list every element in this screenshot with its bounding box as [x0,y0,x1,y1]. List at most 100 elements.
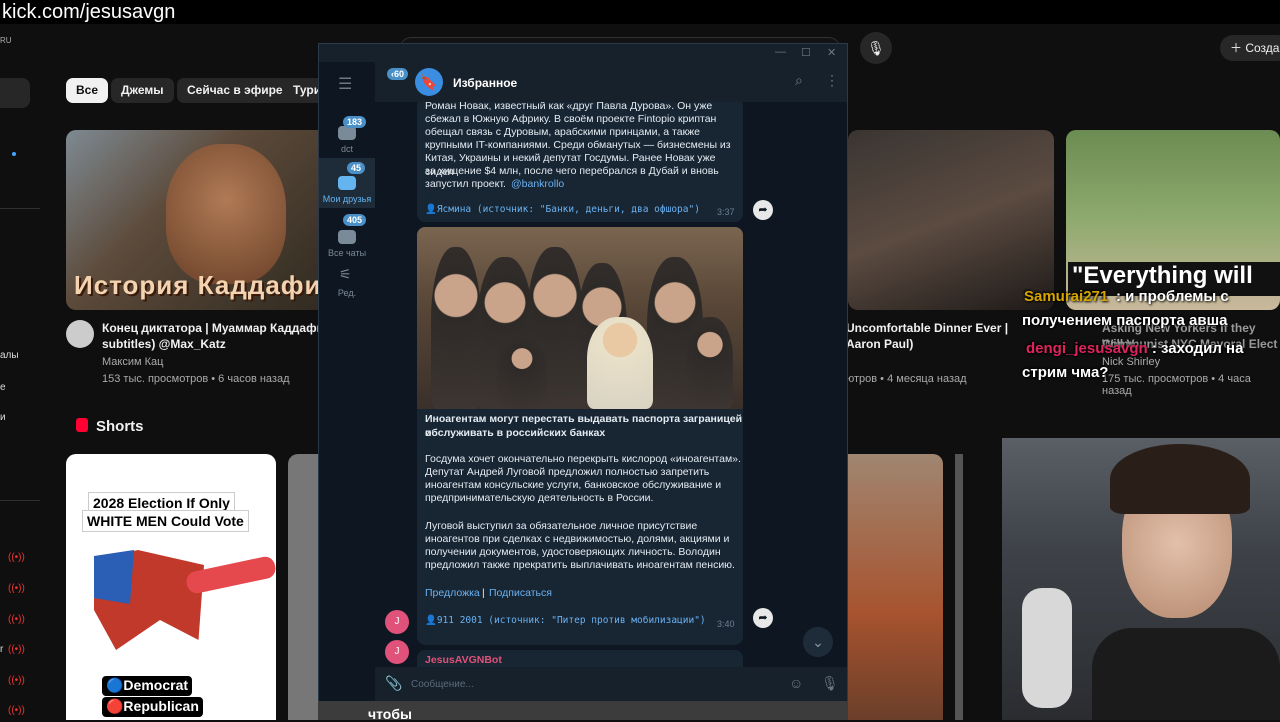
chats-icon [338,230,356,244]
chat-message-text: : и проблемы с [1116,288,1229,305]
chat-message: dengi_jesusavgn : заходил на [1026,340,1243,357]
plus-icon: ＋ [1230,41,1246,55]
sidebar-fragment[interactable]: и [0,412,38,423]
kick-url-bar: kick.com/jesusavgn [0,0,1280,24]
link-separator: | [482,587,485,599]
message-headline: обслуживать в российских банках [425,427,606,439]
menu-icon[interactable]: ☰ [338,74,352,94]
message-line: иноагентов при сделках с недвижимостью, … [425,533,730,545]
sender-avatar[interactable]: J [385,640,409,664]
live-icon: ((•)) [8,675,25,686]
video-thumbnail[interactable] [848,130,1054,310]
chat-header: ‹60 🔖 Избранное ⌕ ⋮ [375,62,847,102]
channel-avatar[interactable] [66,320,94,348]
short-video[interactable] [288,454,318,720]
short-video[interactable] [955,454,963,720]
video-thumbnail[interactable]: История Каддафи [66,130,328,310]
shorts-icon [76,418,88,432]
short-video[interactable]: 2028 Election If Only WHITE MEN Could Vo… [66,454,276,720]
chat-title[interactable]: Избранное [453,76,517,90]
video-stats: ютров • 4 месяца назад [846,373,967,385]
folder-label: dct [340,144,353,154]
folder-icon [338,126,356,140]
person-image [687,317,733,409]
message-input[interactable] [411,675,781,693]
shorts-heading: Shorts [96,418,144,435]
more-icon[interactable]: ⋮ [825,72,839,89]
portrait-image [166,144,286,284]
video-stats: 153 тыс. просмотров • 6 часов назад [102,373,290,385]
message-photo[interactable] [417,227,743,409]
folder-edit[interactable]: ⚟ Ред. [319,266,375,306]
thumbnail-text: История Каддафи [74,270,322,300]
video-stats: 175 тыс. просмотров • 4 часа назад [1102,373,1251,397]
chip-live[interactable]: Сейчас в эфире [177,78,293,103]
attach-icon[interactable]: 📎 [385,675,402,692]
message-line: Луговой выступил за обязательное личное … [425,520,698,532]
search-icon[interactable]: ⌕ [795,72,803,89]
message-line: Депутат Андрей Луговой предложил полност… [425,466,710,478]
person-image [497,337,547,409]
message-composer: 📎 ☺ 🎙 [375,667,847,701]
message-line: крупными IT-компаниями. Среди обманутых … [425,139,731,151]
person-image [587,317,653,409]
bookmark-icon: 🔖 [415,68,443,96]
emoji-icon[interactable]: ☺ [789,675,803,691]
video-title[interactable]: Uncomfortable Dinner Ever | [846,320,1008,336]
video-title[interactable]: Конец диктатора | Муаммар Каддафи [102,320,324,336]
unread-badge: 405 [343,214,367,226]
folder-label: Все чаты [327,248,367,258]
scroll-down-icon[interactable]: ⌄ [803,627,833,657]
message-line: за хищение $4 млн, после чего перебрался… [425,165,719,177]
maximize-icon[interactable]: ☐ [801,46,811,59]
share-icon[interactable]: ➦ [753,200,773,220]
window-titlebar[interactable]: — ☐ ✕ [319,44,847,62]
sender-name[interactable]: JesusAVGNBot [425,654,502,667]
chat-message: Samurai271 [1024,288,1108,305]
short-video[interactable] [848,454,943,720]
minimize-icon[interactable]: — [775,46,786,58]
telegram-window: — ☐ ✕ ☰ dct 183 Мои друзья 45 Все чаты 4… [318,43,848,701]
share-icon[interactable]: ➦ [753,608,773,628]
unread-badge: 183 [343,116,367,128]
message-list: Роман Новак, известный как «друг Павла Д… [375,102,847,667]
video-title-line2[interactable]: subtitles) @Max_Katz [102,336,226,352]
folder-label: Мои друзья [322,194,372,204]
suggest-link[interactable]: Предложка [425,587,480,601]
message-bubble[interactable]: JesusAVGNBot [417,650,743,667]
channel-name[interactable]: Максим Кац [102,356,163,368]
chip-jams[interactable]: Джемы [111,78,174,103]
close-icon[interactable]: ✕ [827,46,836,59]
sidebar-fragment[interactable]: е [0,382,38,393]
video-title-line2[interactable]: Aaron Paul) [846,336,913,352]
message-bubble[interactable]: Иноагентам могут перестать выдавать пасп… [417,409,743,645]
unread-badge: 45 [347,162,366,174]
message-line: сбежал в Южную Африку. В своём проекте F… [425,113,717,125]
message-line: предложил также прекратить выплачивать и… [425,559,735,571]
microphone-icon[interactable]: 🎙 [821,675,839,692]
sidebar-fragment[interactable]: алы [0,350,38,361]
folder-all-chats[interactable]: Все чаты 405 [319,212,375,260]
streamer-webcam [1002,438,1280,720]
sender-avatar[interactable]: J [385,610,409,634]
legend-democrat: 🔵Democrat [102,676,193,696]
live-icon: ((•)) [8,552,25,563]
forward-source[interactable]: 👤911 2001 (источник: "Питер против мобил… [425,615,706,626]
channel-link[interactable]: @bankrollo [511,178,564,192]
chip-all[interactable]: Все [66,78,109,103]
message-line: обещал связь с Дуровым, арабскими принца… [425,126,701,138]
mic-icon[interactable]: 🎙 [860,32,892,64]
message-time: 3:40 [717,619,735,629]
forward-source[interactable]: 👤Ясмина (источник: "Банки, деньги, два о… [425,204,700,215]
message-bubble[interactable]: Роман Новак, известный как «друг Павла Д… [417,102,743,222]
folder-my-friends[interactable]: Мои друзья 45 [319,158,375,208]
subscribe-link[interactable]: Подписаться [489,587,552,601]
folder-dct[interactable]: dct 183 [319,110,375,158]
back-badge[interactable]: ‹60 [387,68,409,80]
marker-image [184,554,276,596]
channel-name[interactable]: Nick Shirley [1102,356,1160,368]
message-time: 3:37 [717,207,735,217]
chat-message-text: стрим чма? [1022,364,1109,381]
sidebar-item-active[interactable] [0,78,30,108]
create-button[interactable]: ＋ Созда [1220,35,1280,61]
